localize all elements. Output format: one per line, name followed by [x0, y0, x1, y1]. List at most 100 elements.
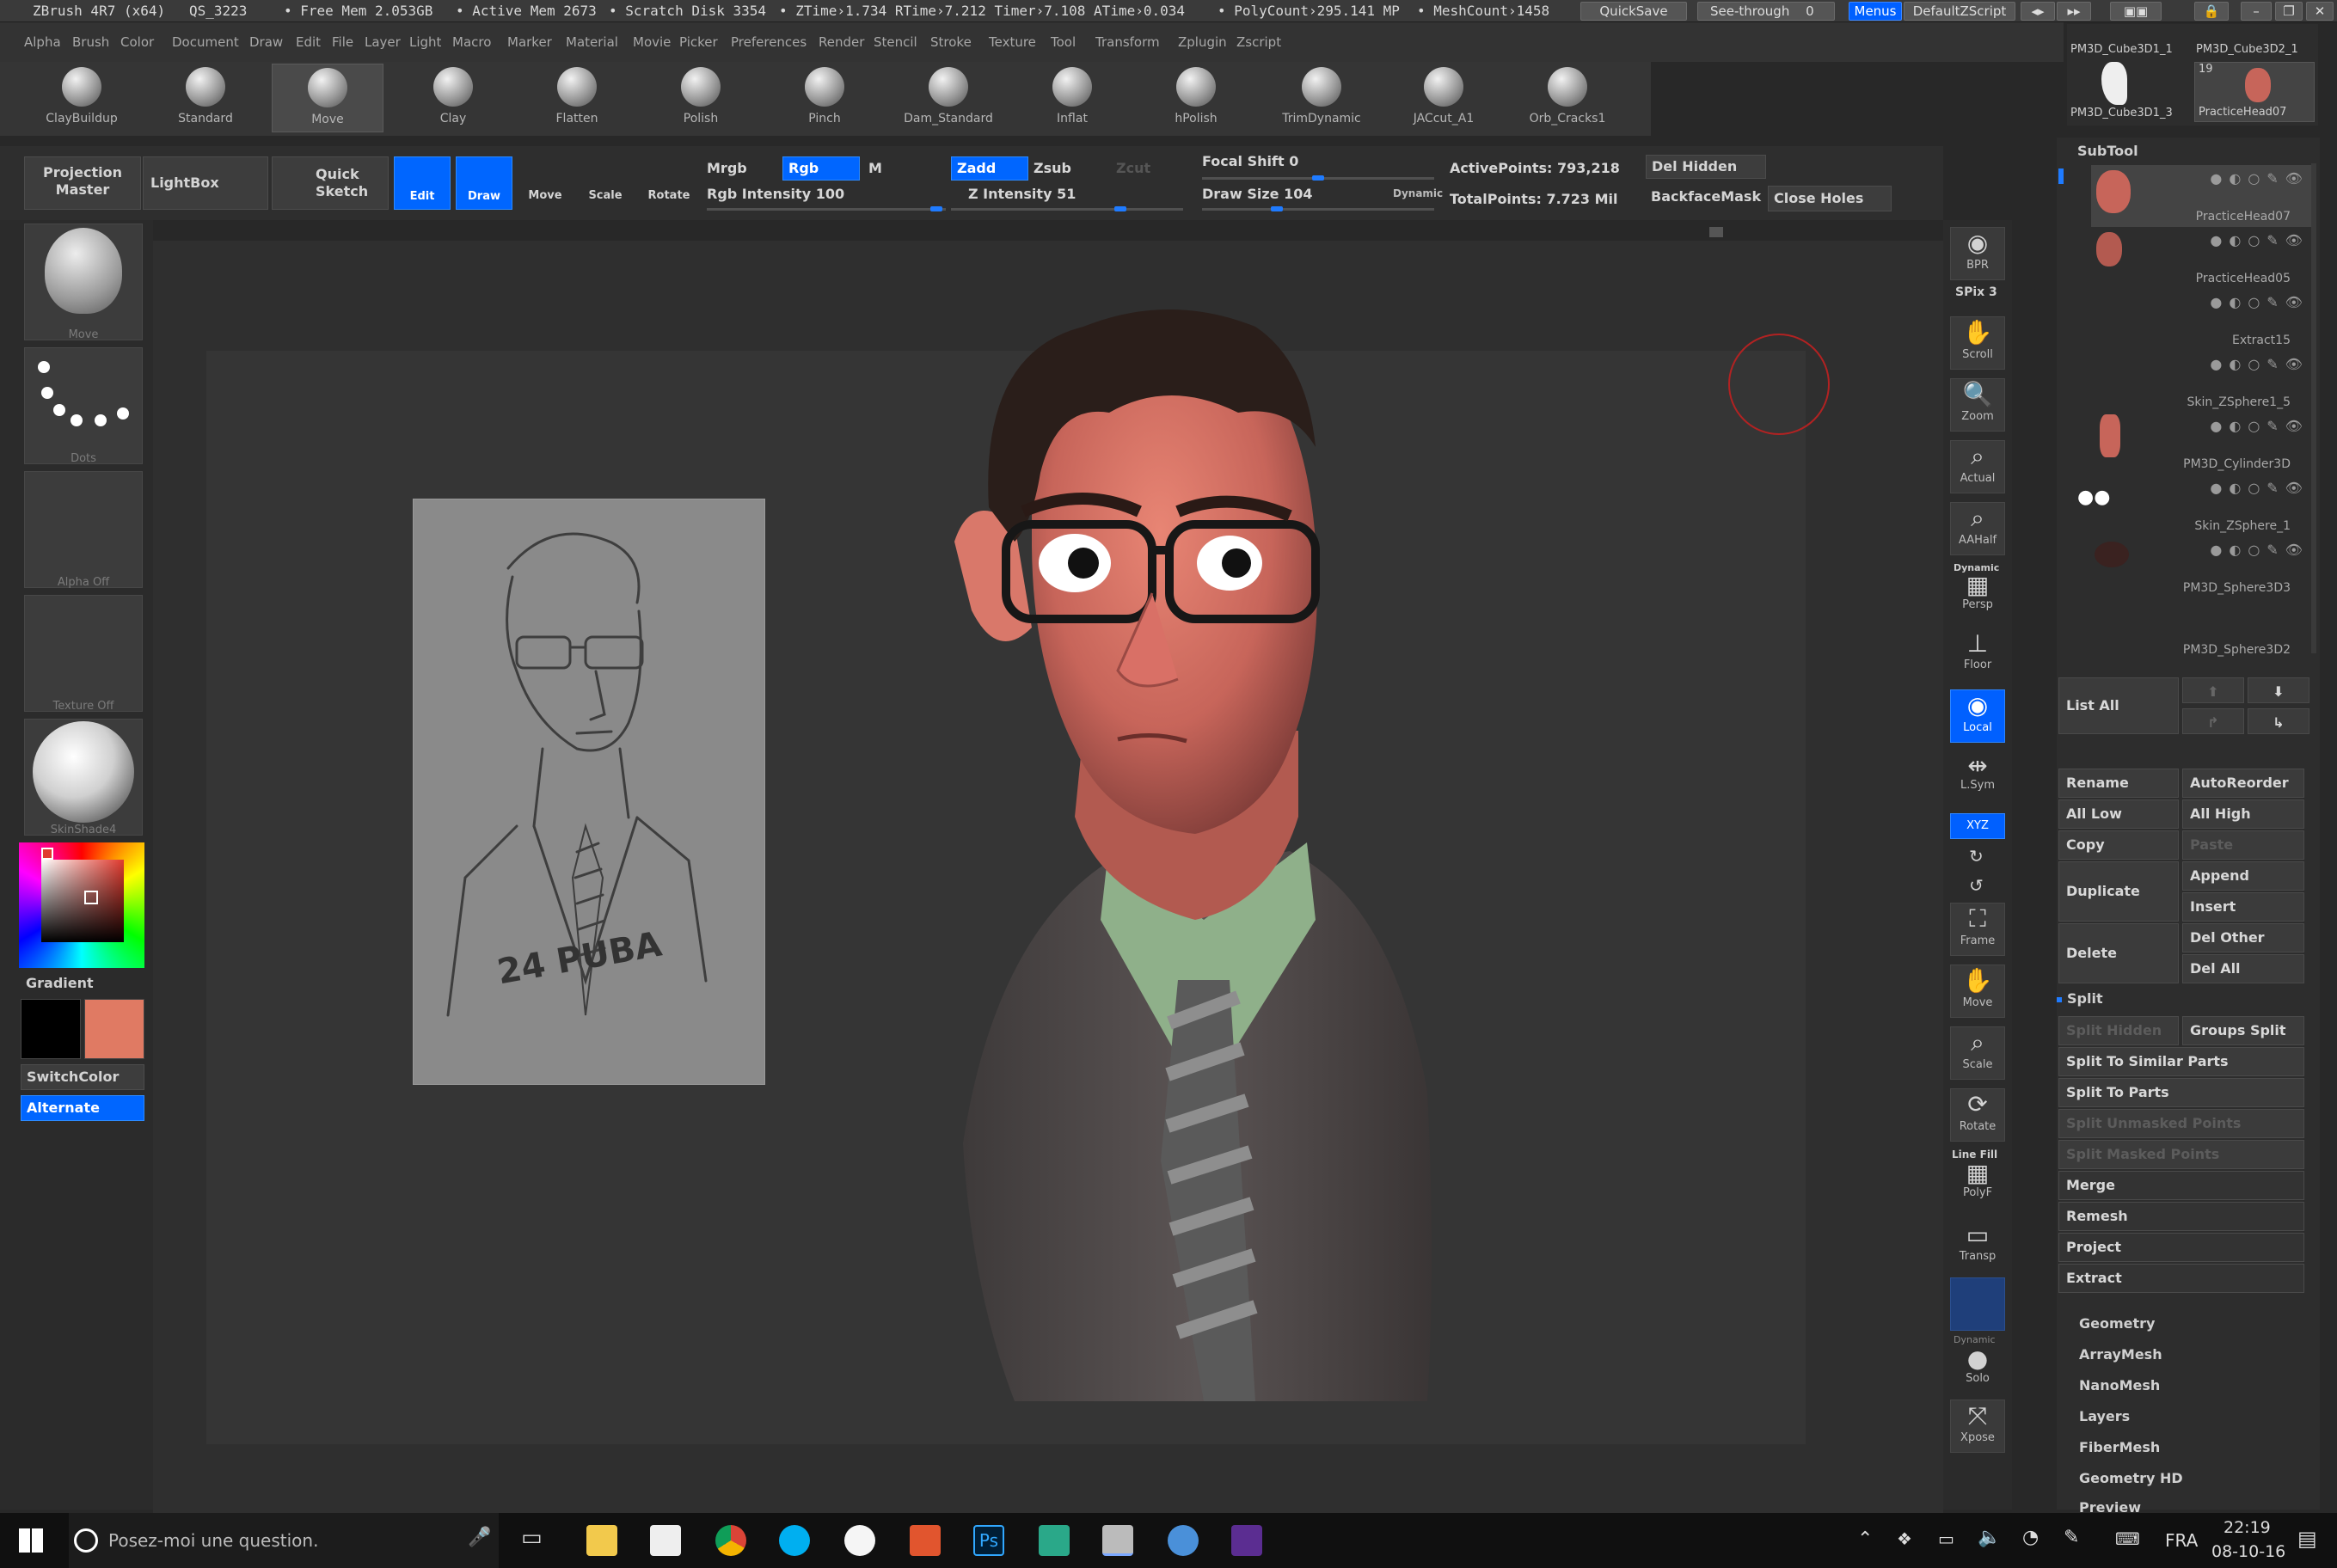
menu-macro[interactable]: Macro [452, 34, 491, 50]
canvas-scroll-handle[interactable] [1709, 227, 1723, 237]
focal-shift-slider[interactable]: Focal Shift 0 [1202, 153, 1298, 169]
brush-polish[interactable]: Polish [645, 64, 757, 132]
lightbox-button[interactable]: LightBox [143, 156, 268, 210]
geometry-menu[interactable]: Geometry [2079, 1315, 2155, 1332]
menu-color[interactable]: Color [120, 34, 154, 50]
split-hidden-button[interactable]: Split Hidden [2058, 1016, 2179, 1045]
quicksave-button[interactable]: QuickSave [1580, 2, 1687, 21]
menu-edit[interactable]: Edit [296, 34, 321, 50]
z-intensity-knob[interactable] [1114, 206, 1126, 211]
m-toggle[interactable]: M [868, 160, 882, 176]
split-to-parts-button[interactable]: Split To Parts [2058, 1078, 2304, 1107]
subtool-item[interactable]: ●◐○✎👁 PracticeHead07 [2091, 165, 2316, 227]
zcut-toggle[interactable]: Zcut [1116, 160, 1150, 176]
rotate-button[interactable]: Rotate [643, 156, 695, 210]
rotate-y-icon[interactable]: ↻ [1969, 846, 1984, 867]
menu-movie[interactable]: Movie [633, 34, 671, 50]
subtool-scrollbar[interactable] [2311, 163, 2316, 653]
brush-pinch[interactable]: Pinch [769, 64, 880, 132]
split-masked-button[interactable]: Split Masked Points [2058, 1140, 2304, 1169]
brush-flatten[interactable]: Flatten [521, 64, 633, 132]
subtool-item[interactable]: ●◐○✎👁 PM3D_Cylinder3D [2091, 413, 2316, 475]
microphone-icon[interactable]: 🎤 [468, 1527, 491, 1548]
brush-clay[interactable]: Clay [397, 64, 509, 132]
solo-button[interactable]: ● Solo [1950, 1346, 2005, 1391]
menu-texture[interactable]: Texture [989, 34, 1036, 50]
persp-button[interactable]: ▦ Persp [1950, 573, 2005, 617]
file-explorer-icon[interactable] [586, 1525, 617, 1556]
draw-size-knob[interactable] [1271, 206, 1283, 211]
menu-zscript[interactable]: Zscript [1236, 34, 1281, 50]
app-orange-icon[interactable] [910, 1525, 941, 1556]
menus-button[interactable]: Menus [1849, 2, 1902, 21]
skype-icon[interactable] [779, 1525, 810, 1556]
close-holes-button[interactable]: Close Holes [1768, 186, 1892, 211]
rgb-toggle[interactable]: Rgb [782, 156, 860, 181]
zbrush-taskbar-icon[interactable] [1102, 1525, 1133, 1556]
bpr-button[interactable]: ◉ BPR [1950, 227, 2005, 280]
rgb-intensity-knob[interactable] [930, 206, 942, 211]
transp-button[interactable]: ▭ Transp [1950, 1221, 2005, 1269]
zoom-button[interactable]: 🔍 Zoom [1950, 378, 2005, 432]
app-blue-icon[interactable] [1168, 1525, 1199, 1556]
polyf-button[interactable]: ▦ PolyF [1950, 1161, 2005, 1207]
scroll-button[interactable]: ✋ Scroll [1950, 316, 2005, 370]
subtool-visibility-icons[interactable]: ●◐○✎👁 [2210, 480, 2309, 496]
color-square[interactable] [41, 860, 124, 942]
brush-hpolish[interactable]: hPolish [1140, 64, 1252, 132]
dynamic-toggle[interactable]: Dynamic [1393, 187, 1443, 199]
del-other-button[interactable]: Del Other [2182, 923, 2304, 952]
xpose-button[interactable]: ⤧ Xpose [1950, 1400, 2005, 1453]
secondary-color-swatch[interactable] [21, 999, 81, 1059]
brush-orb-cracks[interactable]: Orb_Cracks1 [1512, 64, 1623, 132]
pen-icon[interactable]: ✎ [2064, 1527, 2079, 1548]
all-low-button[interactable]: All Low [2058, 799, 2179, 829]
rename-button[interactable]: Rename [2058, 769, 2179, 798]
main-color-swatch[interactable] [84, 999, 144, 1059]
subtool-item[interactable]: ●● ●◐○✎👁 Skin_ZSphere_1 [2077, 475, 2316, 536]
rgb-intensity-track[interactable] [707, 208, 946, 211]
texture-thumbnail[interactable]: Texture Off [24, 595, 143, 713]
brush-standard[interactable]: Standard [150, 64, 261, 132]
hue-marker[interactable] [41, 848, 53, 860]
gradient-toggle[interactable]: Gradient [26, 975, 94, 991]
spix-slider[interactable]: SPix 3 [1955, 285, 1997, 299]
zsub-toggle[interactable]: Zsub [1034, 160, 1071, 176]
draw-size-track[interactable] [1202, 208, 1434, 211]
keyboard-icon[interactable]: ⌨ [2115, 1528, 2140, 1549]
subtool-item[interactable]: ●◐○✎👁 PM3D_Sphere3D3 [2091, 536, 2316, 598]
project-section[interactable]: Project [2058, 1233, 2304, 1262]
menu-material[interactable]: Material [566, 34, 618, 50]
clock-time[interactable]: 22:19 [2224, 1518, 2271, 1537]
menu-zplugin[interactable]: Zplugin [1178, 34, 1227, 50]
menu-light[interactable]: Light [409, 34, 441, 50]
geometry-hd-menu[interactable]: Geometry HD [2079, 1470, 2183, 1486]
move-down-icon[interactable]: ⬇ [2248, 677, 2309, 703]
split-unmasked-button[interactable]: Split Unmasked Points [2058, 1109, 2304, 1138]
brush-move[interactable]: Move [272, 64, 383, 132]
layout-icon[interactable]: ▣▣ [2110, 2, 2162, 21]
default-zscript-button[interactable]: DefaultZScript [1904, 2, 2015, 21]
del-all-button[interactable]: Del All [2182, 954, 2304, 983]
nanomesh-menu[interactable]: NanoMesh [2079, 1377, 2160, 1393]
append-button[interactable]: Append [2182, 861, 2304, 891]
material-thumbnail[interactable]: SkinShade4 [24, 719, 143, 836]
lock-icon[interactable]: 🔒 [2194, 2, 2229, 21]
arrows-right-icon[interactable]: ▸▸ [2057, 2, 2091, 21]
xyz-button[interactable]: XYZ [1950, 813, 2005, 839]
menu-marker[interactable]: Marker [507, 34, 552, 50]
subtool-item[interactable]: ●◐○✎👁 Extract15 [2091, 289, 2316, 351]
menu-render[interactable]: Render [819, 34, 864, 50]
dropbox-icon[interactable]: ❖ [1897, 1528, 1912, 1549]
subtool-item[interactable]: PM3D_Sphere3D2 [2091, 598, 2316, 660]
groups-split-button[interactable]: Groups Split [2182, 1016, 2304, 1045]
menu-transform[interactable]: Transform [1095, 34, 1160, 50]
chrome-icon[interactable] [715, 1525, 746, 1556]
see-through-slider[interactable]: See-through 0 [1697, 2, 1835, 21]
edit-button[interactable]: Edit [394, 156, 451, 210]
scale-view-button[interactable]: ⌕ Scale [1950, 1026, 2005, 1080]
frame-button[interactable]: ⛶ Frame [1950, 903, 2005, 956]
zadd-toggle[interactable]: Zadd [951, 156, 1028, 181]
autoreorder-button[interactable]: AutoReorder [2182, 769, 2304, 798]
battery-icon[interactable]: ▭ [1938, 1528, 1954, 1549]
